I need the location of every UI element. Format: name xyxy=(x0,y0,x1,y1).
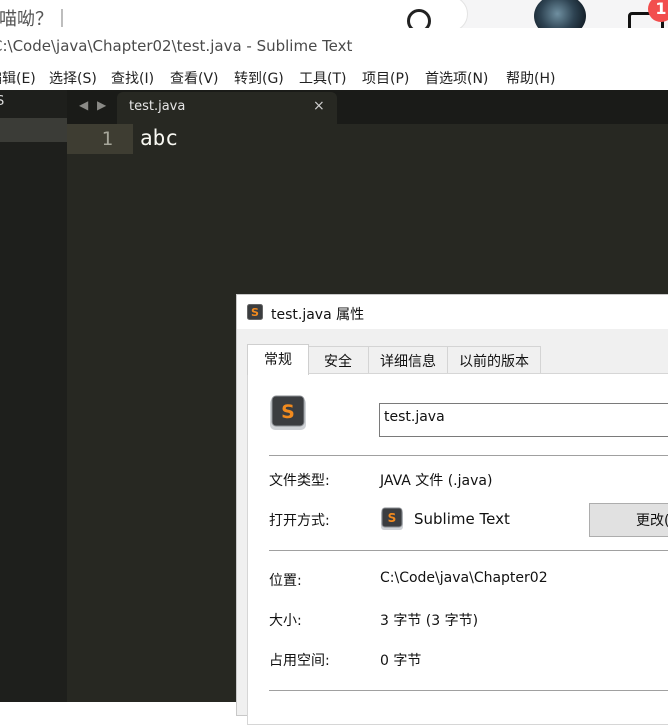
separator xyxy=(269,455,668,456)
tab-nav-left-icon[interactable]: ◀ xyxy=(79,98,88,112)
size-label: 大小: xyxy=(269,613,302,629)
menu-goto[interactable]: 转到(G) xyxy=(234,68,284,88)
background-browser-bar: 喵呦？｜ 1 xyxy=(0,0,668,38)
tab-nav-right-icon[interactable]: ▶ xyxy=(97,98,106,112)
sublime-text-icon: S xyxy=(269,394,307,436)
change-button[interactable]: 更改(C)... xyxy=(589,503,668,537)
file-name-value: test.java xyxy=(384,409,445,425)
menu-preferences[interactable]: 首选项(N) xyxy=(425,68,488,88)
menu-view[interactable]: 查看(V) xyxy=(170,68,219,88)
svg-text:S: S xyxy=(281,401,295,423)
sidebar-heading-text: S xyxy=(0,94,5,109)
disk-size-label: 占用空间: xyxy=(269,653,330,669)
separator xyxy=(269,690,668,691)
tab-label: test.java xyxy=(129,99,186,114)
sidebar-heading: S xyxy=(0,90,67,118)
line-number: 1 xyxy=(101,128,113,150)
menu-project[interactable]: 项目(P) xyxy=(362,68,409,88)
tab-details[interactable]: 详细信息 xyxy=(368,346,448,373)
open-with-label: 打开方式: xyxy=(269,513,330,529)
menu-bar: 编辑(E) 选择(S) 查找(I) 查看(V) 转到(G) 工具(T) 项目(P… xyxy=(0,64,668,90)
tab-details-label: 详细信息 xyxy=(380,354,436,370)
file-type-label: 文件类型: xyxy=(269,473,330,489)
dialog-titlebar: S test.java 属性 xyxy=(237,295,668,329)
file-type-value: JAVA 文件 (.java) xyxy=(380,473,493,489)
properties-dialog: S test.java 属性 常规 安全 详细信息 以前的版本 S test.j… xyxy=(236,294,668,725)
file-name-input[interactable]: test.java xyxy=(379,403,668,437)
menu-edit[interactable]: 编辑(E) xyxy=(0,68,36,88)
tab-previous-versions-label: 以前的版本 xyxy=(459,354,529,370)
menu-select[interactable]: 选择(S) xyxy=(49,68,97,88)
location-label: 位置: xyxy=(269,573,302,589)
window-title: C:\Code\java\Chapter02\test.java - Subli… xyxy=(0,37,353,55)
tab-security-label: 安全 xyxy=(324,354,352,370)
menu-tools[interactable]: 工具(T) xyxy=(299,68,346,88)
sidebar: S xyxy=(0,90,67,702)
tab-general-label: 常规 xyxy=(264,352,292,368)
menu-help[interactable]: 帮助(H) xyxy=(506,68,555,88)
menu-find[interactable]: 查找(I) xyxy=(111,68,154,88)
svg-text:S: S xyxy=(251,306,259,319)
svg-text:S: S xyxy=(388,511,397,525)
sublime-text-icon: S xyxy=(247,304,263,324)
sidebar-item-selected[interactable] xyxy=(0,118,67,142)
dialog-title: test.java 属性 xyxy=(271,307,365,323)
tab-test-java[interactable]: test.java × xyxy=(117,92,337,124)
code-line[interactable]: abc xyxy=(140,126,178,150)
tab-bar: ◀ ▶ test.java × xyxy=(67,90,668,124)
tab-general[interactable]: 常规 xyxy=(247,344,309,375)
tab-security[interactable]: 安全 xyxy=(307,346,369,373)
general-panel: S test.java 文件类型: JAVA 文件 (.java) 打开方式: … xyxy=(247,373,668,725)
window-titlebar: C:\Code\java\Chapter02\test.java - Subli… xyxy=(0,28,668,64)
location-value: C:\Code\java\Chapter02 xyxy=(380,570,548,586)
separator xyxy=(269,550,668,551)
line-gutter: 1 xyxy=(67,124,133,154)
sublime-text-icon: S xyxy=(380,507,404,535)
change-button-label: 更改(C)... xyxy=(636,513,668,529)
open-with-value: Sublime Text xyxy=(414,510,510,528)
close-icon[interactable]: × xyxy=(313,98,325,114)
tab-previous-versions[interactable]: 以前的版本 xyxy=(447,346,541,373)
disk-size-value: 0 字节 xyxy=(380,653,422,669)
size-value: 3 字节 (3 字节) xyxy=(380,613,479,629)
